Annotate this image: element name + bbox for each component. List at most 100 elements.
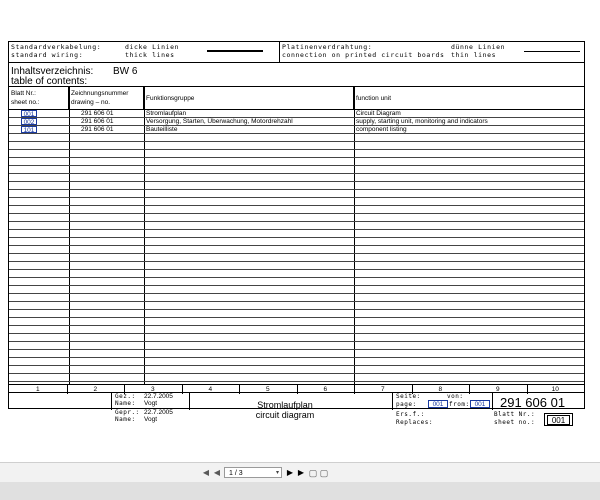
previous-page-icon[interactable]: ◀ [212,468,222,478]
blatt-label: Blatt Nr.: [494,411,536,418]
row-group: Bauteilliste [146,126,178,133]
row-line [9,253,584,254]
last-page-icon[interactable]: ▶ [296,468,306,478]
thick-line-sample [207,50,263,52]
row-line [9,229,584,230]
row-line [9,269,584,270]
row-line [9,173,584,174]
sheet-link-101[interactable]: 101 [21,126,37,134]
gepr-label: Gepr.: [115,409,140,416]
table-row: 001 291 606 01 Stromlaufplan Circuit Dia… [9,110,584,118]
row-drawing: 291 606 01 [81,110,114,117]
row-line [9,333,584,334]
page-label: page: [396,401,417,408]
row-line [9,349,584,350]
header-sheet: Blatt Nr.: sheet no.: [9,87,69,109]
row-line [9,197,584,198]
toc-table: Blatt Nr.: sheet no.: Zeichnungsnummer d… [9,87,584,384]
drawing-number: 291 606 01 [500,395,566,410]
row-group: Stromlaufplan [146,110,187,117]
name-label-2: Name: [115,416,136,423]
row-line [9,181,584,182]
header-unit-en: function unit [356,95,392,102]
row-unit: supply, starting unit, monitoring and in… [356,118,488,125]
von-label: von: [447,393,464,400]
toc-title: Inhaltsverzeichnis: BW 6 table of conten… [9,63,584,87]
header-group-de: Funktionsgruppe [146,95,195,102]
page-total-box[interactable]: 001 [470,400,490,408]
replaces-label: Replaces: [396,419,434,426]
page-number-box[interactable]: 001 [428,400,448,408]
row-line [9,205,584,206]
legend-pcb-de: Platinenverdrahtung: [282,43,373,51]
page-indicator: 1 / 3 [229,470,243,477]
row-line [9,261,584,262]
next-page-icon[interactable]: ▶ [285,468,295,478]
row-line [9,237,584,238]
sheet-link-002[interactable]: 002 [21,118,37,126]
header-drawing-en: drawing – no. [71,99,111,106]
drawing-sheet: Standardverkabelung: standard wiring: di… [8,41,585,409]
legend-thin-de: dünne Linien [451,43,506,51]
row-line [9,189,584,190]
row-line [9,381,584,382]
row-line [9,301,584,302]
page-selector[interactable]: 1 / 3 ▾ [224,467,282,478]
chevron-down-icon: ▾ [275,470,279,476]
gez-date: 22.7.2005 [144,393,173,400]
row-line [9,309,584,310]
table-row: 002 291 606 01 Versorgung, Starten, Über… [9,118,584,126]
name-label-1: Name: [115,400,136,407]
row-line [9,149,584,150]
row-line [9,277,584,278]
legend-standard-de: Standardverkabelung: [11,43,102,51]
from-label: from: [449,401,470,408]
row-drawing: 291 606 01 [81,118,114,125]
toc-title-code: BW 6 [113,66,138,77]
legend-standard-en: standard wiring: [11,51,84,59]
row-line [9,165,584,166]
row-group: Versorgung, Starten, Überwachung, Motord… [146,118,293,125]
row-line [9,213,584,214]
sheet-number-box: 001 [547,415,570,425]
row-line [9,293,584,294]
legend-thin-en: thin lines [451,51,497,59]
toc-title-en: table of contents: [11,75,88,87]
name-value-1: Vogt [144,400,158,407]
row-unit: component listing [356,126,407,133]
legend-divider [279,42,280,62]
row-line [9,317,584,318]
legend-thick-en: thick lines [125,51,175,59]
drawing-title-en: circuit diagram [255,410,315,420]
row-line [9,325,584,326]
row-line [9,221,584,222]
row-line [9,341,584,342]
row-drawing: 291 606 01 [81,126,114,133]
seite-label: Seite: [396,393,421,400]
row-line [9,141,584,142]
header-unit: function unit [354,87,584,109]
row-line [9,157,584,158]
row-unit: Circuit Diagram [356,110,401,117]
ers-label: Ers.f.: [396,411,425,418]
header-drawing-de: Zeichnungsnummer [71,90,129,97]
table-row: 101 291 606 01 Bauteilliste component li… [9,126,584,134]
copy-page-icon-2[interactable]: ▢ [319,468,329,478]
name-value-2: Vogt [144,416,158,423]
gez-label: Gez.: [115,393,136,400]
first-page-icon[interactable]: ◀ [201,468,211,478]
sheet-link-001[interactable]: 001 [21,110,37,118]
copy-page-icon[interactable]: ▢ [308,468,318,478]
legend-pcb-en: connection on printed circuit boards [282,51,445,59]
wiring-legend: Standardverkabelung: standard wiring: di… [9,42,584,63]
row-line [9,365,584,366]
row-line [9,285,584,286]
bottom-strip [0,482,600,500]
header-drawing: Zeichnungsnummer drawing – no. [69,87,144,109]
sheet-label: sheet no.: [494,419,536,426]
title-block-content: Gez.: 22.7.2005 Name: Vogt Gepr.: 22.7.2… [0,392,600,426]
gepr-date: 22.7.2005 [144,409,173,416]
thin-line-sample [524,51,580,52]
header-group: Funktionsgruppe [144,87,354,109]
legend-thick-de: dicke Linien [125,43,180,51]
